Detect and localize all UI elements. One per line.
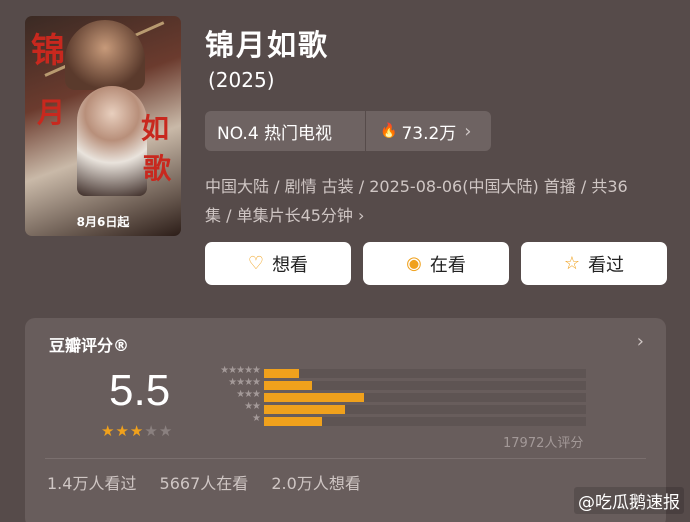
want-count[interactable]: 2.0万人想看 bbox=[271, 474, 360, 493]
distribution-track bbox=[264, 369, 586, 378]
distribution-row: ★★★ bbox=[202, 389, 612, 402]
distribution-row: ★★ bbox=[202, 401, 612, 414]
distribution-star-label: ★ bbox=[252, 413, 261, 424]
meta-line-2-text: 集 / 单集片长45分钟 bbox=[205, 206, 353, 225]
distribution-row: ★★★★★ bbox=[202, 365, 612, 378]
meta-line-1: 中国大陆 / 剧情 古装 / 2025-08-06(中国大陆) 首播 / 共36 bbox=[205, 177, 628, 196]
poster-figure-top bbox=[65, 20, 145, 90]
watching-button[interactable]: ◉ 在看 bbox=[363, 242, 509, 285]
audience-stats: 1.4万人看过 5667人在看 2.0万人想看 bbox=[47, 470, 379, 494]
flame-icon: 🔥 bbox=[380, 123, 398, 139]
poster-figure-main bbox=[77, 86, 147, 196]
rating-score: 5.5 bbox=[109, 366, 171, 415]
chevron-right-icon: › bbox=[358, 206, 365, 225]
distribution-bar bbox=[264, 381, 313, 390]
distribution-bar bbox=[264, 405, 345, 414]
hot-value[interactable]: 🔥 73.2万 › bbox=[366, 119, 491, 144]
star-filled-icon: ★ bbox=[129, 422, 145, 440]
poster-calligraphy-1: 锦 bbox=[31, 31, 65, 71]
rating-card[interactable]: 豆瓣评分® › 5.5 ★★★★★ ★★★★★ ★★★★ ★★★ ★★ ★ 17972人… bbox=[25, 318, 666, 522]
watched-button[interactable]: ☆ 看过 bbox=[521, 242, 667, 285]
distribution-row: ★ bbox=[202, 413, 612, 426]
show-year: (2025) bbox=[208, 68, 275, 92]
chevron-right-icon: › bbox=[464, 120, 472, 142]
poster[interactable]: 锦 月 如 歌 8月6日起 bbox=[25, 16, 181, 236]
distribution-star-label: ★★★ bbox=[236, 389, 261, 400]
seen-count[interactable]: 1.4万人看过 bbox=[47, 474, 136, 493]
meta-line-2: 集 / 单集片长45分钟 › bbox=[205, 201, 675, 230]
distribution-track bbox=[264, 393, 586, 402]
rating-label: 豆瓣评分® bbox=[49, 336, 130, 355]
rank-text: NO.4 热门电视 bbox=[217, 123, 333, 144]
star-empty-icon: ★ bbox=[144, 422, 159, 440]
poster-calligraphy-4: 歌 bbox=[143, 152, 172, 185]
watermark: @吃瓜鹅速报 bbox=[574, 487, 684, 514]
distribution-star-label: ★★★★★ bbox=[220, 365, 261, 376]
chevron-right-icon[interactable]: › bbox=[637, 331, 644, 352]
star-filled-icon: ★ bbox=[101, 422, 116, 440]
distribution-star-label: ★★★★ bbox=[228, 377, 261, 388]
distribution-star-label: ★★ bbox=[244, 401, 261, 412]
show-meta[interactable]: 中国大陆 / 剧情 古装 / 2025-08-06(中国大陆) 首播 / 共36… bbox=[205, 172, 675, 230]
distribution-track bbox=[264, 381, 586, 390]
distribution-track bbox=[264, 405, 586, 414]
distribution-bar bbox=[264, 393, 364, 402]
target-icon: ◉ bbox=[406, 253, 422, 274]
heart-plus-icon: ♡ bbox=[247, 253, 265, 274]
star-filled-icon: ★ bbox=[115, 422, 130, 440]
hot-value-text: 73.2万 bbox=[401, 123, 457, 144]
poster-calligraphy-2: 月 bbox=[37, 96, 66, 129]
watching-count[interactable]: 5667人在看 bbox=[160, 474, 249, 493]
want-label: 想看 bbox=[272, 254, 309, 276]
rating-stars: ★★★★★ bbox=[101, 422, 173, 440]
rank-pill[interactable]: NO.4 热门电视 🔥 73.2万 › bbox=[205, 111, 491, 151]
doing-label: 在看 bbox=[429, 254, 466, 276]
distribution-track bbox=[264, 417, 586, 426]
divider bbox=[45, 458, 646, 459]
poster-release-date: 8月6日起 bbox=[76, 215, 130, 229]
star-empty-icon: ★ bbox=[158, 422, 174, 440]
star-outline-icon: ☆ bbox=[563, 253, 581, 274]
rating-count: 17972人评分 bbox=[503, 436, 584, 451]
distribution-row: ★★★★ bbox=[202, 377, 612, 390]
want-to-watch-button[interactable]: ♡ 想看 bbox=[205, 242, 351, 285]
distribution-bar bbox=[264, 417, 322, 426]
show-title: 锦月如歌 bbox=[205, 28, 330, 62]
poster-calligraphy-3: 如 bbox=[141, 112, 170, 145]
done-label: 看过 bbox=[588, 254, 625, 276]
distribution-bar bbox=[264, 369, 300, 378]
